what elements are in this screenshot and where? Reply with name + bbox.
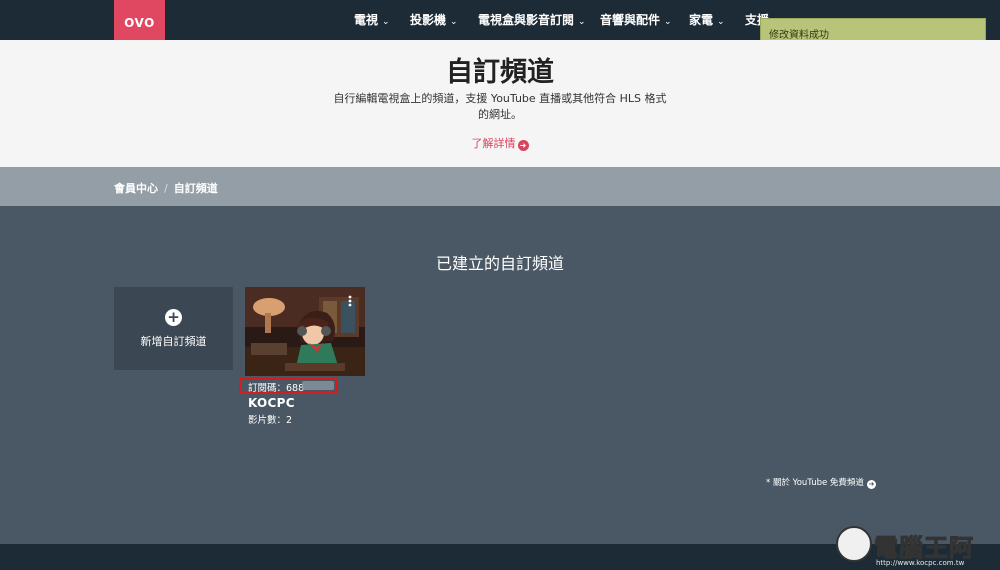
page-title: 自訂頻道 <box>446 57 554 88</box>
chevron-down-icon: ⌄ <box>382 17 390 27</box>
chevron-down-icon: ⌄ <box>578 17 586 27</box>
plus-circle-icon: + <box>165 309 182 326</box>
youtube-free-channel-link[interactable]: * 關於 YouTube 免費頻道 ➜ <box>766 476 876 489</box>
breadcrumb-member-center[interactable]: 會員中心 <box>114 182 158 195</box>
channel-name[interactable]: KOCPC <box>248 396 295 410</box>
nav-item-tvbox[interactable]: 電視盒與影音訂閱 ⌄ <box>478 11 586 28</box>
nav-item-tv[interactable]: 電視 ⌄ <box>354 11 390 28</box>
subscription-code: 訂閱碼：688 <box>248 383 305 394</box>
watermark-url: http://www.kocpc.com.tw <box>876 559 965 567</box>
add-channel-label: 新增自訂頻道 <box>140 335 207 348</box>
nav-item-projector[interactable]: 投影機 ⌄ <box>410 11 458 28</box>
section-title: 已建立的自訂頻道 <box>435 254 564 273</box>
breadcrumb-current: 自訂頻道 <box>173 182 218 195</box>
mascot-icon <box>836 526 872 562</box>
chevron-down-icon: ⌄ <box>450 17 458 27</box>
video-count: 影片數：2 <box>248 415 293 426</box>
breadcrumb: 會員中心 / 自訂頻道 <box>114 182 218 195</box>
learn-more-link[interactable]: 了解詳情 ➜ <box>0 135 1000 151</box>
breadcrumb-bar: 會員中心 / 自訂頻道 <box>0 167 1000 206</box>
page-description: 自行編輯電視盒上的頻道，支援 YouTube 直播或其他符合 HLS 格式 的網… <box>333 92 667 121</box>
arrow-right-circle-icon: ➜ <box>517 140 529 151</box>
add-channel-card[interactable]: + 新增自訂頻道 <box>114 287 233 370</box>
hero-section: 自訂頻道 自行編輯電視盒上的頻道，支援 YouTube 直播或其他符合 HLS … <box>0 40 1000 167</box>
chevron-down-icon: ⌄ <box>717 17 725 27</box>
nav-item-audio[interactable]: 音響與配件 ⌄ <box>600 11 672 28</box>
blurred-code <box>302 381 334 390</box>
channel-thumbnail[interactable] <box>245 287 365 376</box>
chevron-down-icon: ⌄ <box>664 17 672 27</box>
watermark: 電腦王阿達 http://www.kocpc.com.tw <box>836 522 996 570</box>
nav-item-appliance[interactable]: 家電 ⌄ <box>689 11 725 28</box>
arrow-right-circle-icon: ➜ <box>866 480 876 489</box>
